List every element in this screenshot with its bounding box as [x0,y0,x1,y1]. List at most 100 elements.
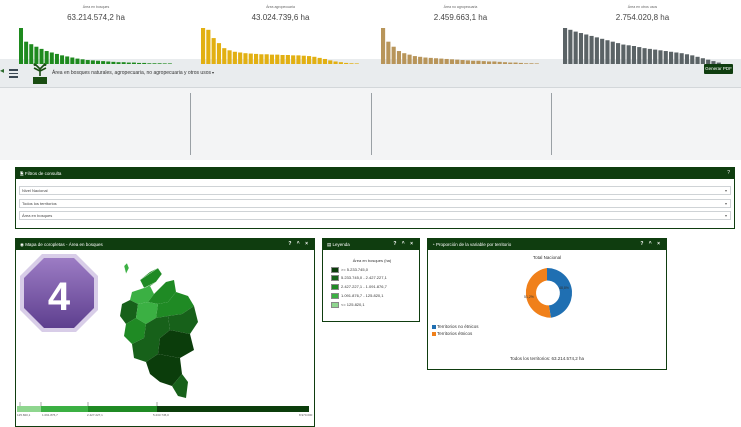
variable-dropdown[interactable]: Área en bosques naturales, agropecuaria,… [52,70,214,76]
stat-bar[interactable] [434,58,439,64]
colombia-map[interactable] [110,262,202,400]
stat-bar[interactable] [248,53,253,64]
stat-bar[interactable] [513,62,518,64]
stat-bar[interactable] [65,56,70,64]
stat-bar[interactable] [407,54,412,64]
stat-bar[interactable] [642,48,647,64]
stat-bar[interactable] [637,47,642,64]
stat-bar[interactable] [529,63,534,64]
stat-bar[interactable] [669,51,674,64]
stat-bar[interactable] [167,63,172,64]
stat-bar[interactable] [280,55,285,64]
stat-bar[interactable] [90,60,95,64]
stat-bar[interactable] [460,60,465,64]
stat-bar[interactable] [690,55,695,64]
stat-bar[interactable] [600,38,605,64]
stat-bar[interactable] [85,60,90,64]
stat-bar[interactable] [663,51,668,64]
stat-bar[interactable] [142,62,147,64]
stat-bar[interactable] [578,33,584,64]
stat-bar[interactable] [481,61,486,64]
stat-bar[interactable] [621,44,626,64]
stat-bar[interactable] [227,50,232,64]
stat-bar[interactable] [254,53,259,64]
stat-bar[interactable] [428,57,433,64]
stat-bar[interactable] [706,59,711,64]
stat-bar[interactable] [54,53,59,64]
stat-bar[interactable] [317,57,322,64]
stat-bar[interactable] [497,61,502,64]
stat-bar[interactable] [444,58,449,64]
hamburger-menu-icon[interactable] [9,69,18,78]
stat-bar[interactable] [243,53,248,64]
map-color-scale[interactable] [17,406,309,412]
stat-bar[interactable] [328,60,333,64]
stat-bar[interactable] [49,52,54,64]
stat-bar[interactable] [573,31,578,65]
stat-bar[interactable] [206,29,211,64]
stat-bar[interactable] [147,63,152,64]
stat-bar[interactable] [679,53,684,64]
stat-bar[interactable] [391,46,396,64]
stat-bar[interactable] [684,54,690,64]
stat-bar[interactable] [101,61,106,64]
stat-bar[interactable] [344,62,349,64]
stat-bar[interactable] [647,48,652,64]
stat-bar[interactable] [75,58,80,64]
territory-donut-chart[interactable] [520,260,574,324]
stat-bar[interactable] [131,62,136,64]
stat-bar[interactable] [349,63,354,64]
stat-bar[interactable] [589,35,594,64]
stat-bar[interactable] [534,63,539,64]
stat-bar[interactable] [502,62,508,64]
stat-bar[interactable] [333,61,338,64]
territory-select[interactable]: Todos los territorios ▾ [19,199,731,208]
stat-bar[interactable] [338,62,343,64]
level-select[interactable]: Nivel Nacional ▾ [19,186,731,195]
stat-bar[interactable] [354,63,359,64]
stat-bar[interactable] [291,55,296,64]
variable-select[interactable]: Área en bosques ▾ [19,211,731,220]
stat-bar[interactable] [116,62,121,64]
stat-bar[interactable] [610,41,615,64]
stat-bar[interactable] [269,54,275,64]
stat-bar[interactable] [70,57,75,64]
stat-bar[interactable] [275,54,280,64]
stat-bar[interactable] [412,56,417,64]
stat-bar[interactable] [700,58,705,64]
stat-bar[interactable] [439,58,444,64]
stat-bar[interactable] [402,53,407,64]
donut-legend-item[interactable]: Territorios étnicos [432,331,472,336]
stat-bar[interactable] [24,41,29,64]
stat-bar[interactable] [518,62,523,64]
stat-bar[interactable] [312,56,317,64]
stat-bar[interactable] [111,61,116,64]
stat-bar[interactable] [616,43,621,64]
stat-bar[interactable] [568,29,573,64]
stat-bar[interactable] [307,56,312,64]
stat-bar[interactable] [216,43,222,64]
donut-legend-item[interactable]: Territorios no étnicos [432,324,479,329]
stat-bar[interactable] [653,49,658,64]
stat-bar[interactable] [396,51,402,64]
stat-bar[interactable] [695,56,700,64]
stat-bar[interactable] [44,51,49,64]
panel-controls[interactable]: ? ^ × [640,239,662,250]
stat-bar[interactable] [96,60,100,64]
panel-controls[interactable]: ? ^ × [288,239,310,250]
stat-bar[interactable] [201,28,206,64]
stat-bar[interactable] [157,63,162,64]
stat-bar[interactable] [492,61,497,64]
stat-bar[interactable] [126,62,131,64]
stat-bar[interactable] [301,55,306,64]
stat-bar[interactable] [674,52,679,64]
stat-bar[interactable] [211,38,216,64]
stat-bar[interactable] [232,51,237,64]
stat-bar[interactable] [658,50,663,64]
stat-bar[interactable] [152,63,157,64]
stat-bar[interactable] [322,58,328,64]
stat-bar[interactable] [222,48,227,64]
stat-bar[interactable] [471,60,476,64]
stat-bar[interactable] [455,59,460,64]
stat-bar[interactable] [162,63,167,64]
